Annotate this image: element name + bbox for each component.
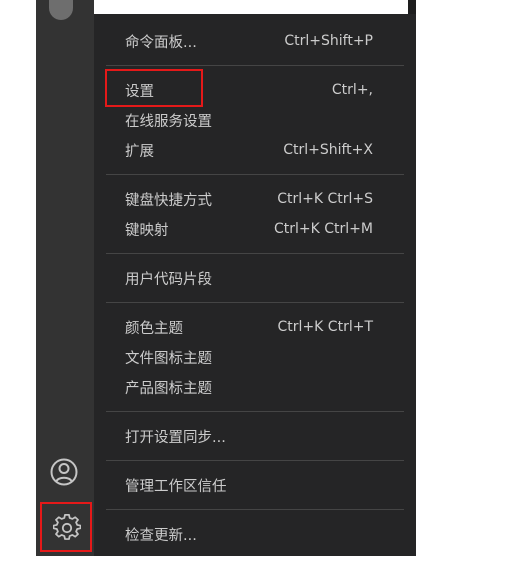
manage-button[interactable] [40, 502, 92, 552]
menu-item[interactable]: 用户代码片段 [94, 263, 416, 293]
menu-item-label: 键映射 [125, 222, 169, 239]
menu-item-label: 命令面板... [125, 34, 197, 51]
menu-item-shortcut: Ctrl+K Ctrl+M [274, 221, 373, 237]
menu-item-label: 检查更新... [125, 527, 197, 544]
menu-item-shortcut: Ctrl+K Ctrl+T [277, 319, 373, 335]
menu-separator [106, 65, 404, 66]
menu-item[interactable]: 扩展 Ctrl+Shift+X [94, 135, 416, 165]
menu-item-shortcut: Ctrl+Shift+X [283, 142, 373, 158]
menu-separator [106, 509, 404, 510]
menu-separator [106, 302, 404, 303]
menu-item[interactable]: 打开设置同步... [94, 421, 416, 451]
account-icon[interactable] [48, 456, 80, 488]
menu-separator [106, 253, 404, 254]
menu-item[interactable]: 检查更新... [94, 519, 416, 549]
menu-item-shortcut: Ctrl+K Ctrl+S [277, 191, 373, 207]
menu-item-label: 打开设置同步... [125, 429, 226, 446]
settings-highlight-box [105, 69, 203, 107]
menu-item-label: 键盘快捷方式 [125, 192, 212, 209]
menu-item-shortcut: Ctrl+Shift+P [284, 33, 373, 49]
menu-item-label: 用户代码片段 [125, 271, 212, 288]
menu-item[interactable]: 设置 Ctrl+, [94, 69, 416, 107]
menu-item-label: 管理工作区信任 [125, 478, 227, 495]
screen: 命令面板... Ctrl+Shift+P 设置 Ctrl+, 在线服务设置 扩展 Ctrl+… [0, 0, 508, 566]
menu-item-label: 颜色主题 [125, 320, 183, 337]
menu-separator [106, 174, 404, 175]
menu-item[interactable]: 键映射 Ctrl+K Ctrl+M [94, 214, 416, 244]
menu-item-label: 扩展 [125, 143, 154, 160]
menu-item-label: 在线服务设置 [125, 113, 212, 130]
menu-item-label: 设置 [125, 83, 154, 100]
manage-menu: 命令面板... Ctrl+Shift+P 设置 Ctrl+, 在线服务设置 扩展 Ctrl+… [94, 14, 416, 556]
menu-item[interactable]: 文件图标主题 [94, 342, 416, 372]
menu-item[interactable]: 键盘快捷方式 Ctrl+K Ctrl+S [94, 184, 416, 214]
menu-item[interactable]: 管理工作区信任 [94, 470, 416, 500]
menu-item[interactable]: 产品图标主题 [94, 372, 416, 402]
menu-item[interactable]: 颜色主题 Ctrl+K Ctrl+T [94, 312, 416, 342]
menu-item-shortcut: Ctrl+, [331, 82, 373, 98]
menu-item[interactable]: 命令面板... Ctrl+Shift+P [94, 26, 416, 56]
editor-edge [408, 0, 416, 14]
menu-separator [106, 411, 404, 412]
gear-icon [53, 514, 81, 540]
menu-item-label: 产品图标主题 [125, 380, 212, 397]
menu-separator [106, 460, 404, 461]
menu-item[interactable]: 在线服务设置 [94, 105, 416, 135]
menu-item-label: 文件图标主题 [125, 350, 212, 367]
